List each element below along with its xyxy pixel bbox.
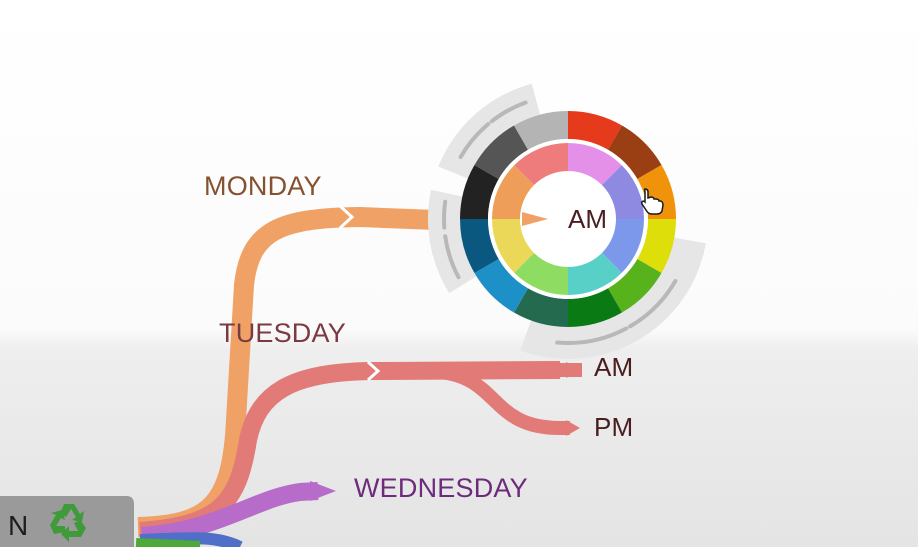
mindmap-canvas: AM N [0, 0, 918, 547]
branch-label-monday[interactable]: MONDAY [204, 171, 322, 202]
picker-center-label: AM [568, 204, 607, 234]
handle-mark [442, 199, 448, 230]
branch-label-tuesday[interactable]: TUESDAY [219, 318, 346, 349]
root-node[interactable]: N [0, 496, 134, 547]
root-node-label: N [8, 510, 28, 541]
branch-label-wednesday[interactable]: WEDNESDAY [354, 473, 528, 504]
subtopic-label-am[interactable]: AM [594, 352, 633, 383]
subtopic-label-pm[interactable]: PM [594, 412, 633, 443]
